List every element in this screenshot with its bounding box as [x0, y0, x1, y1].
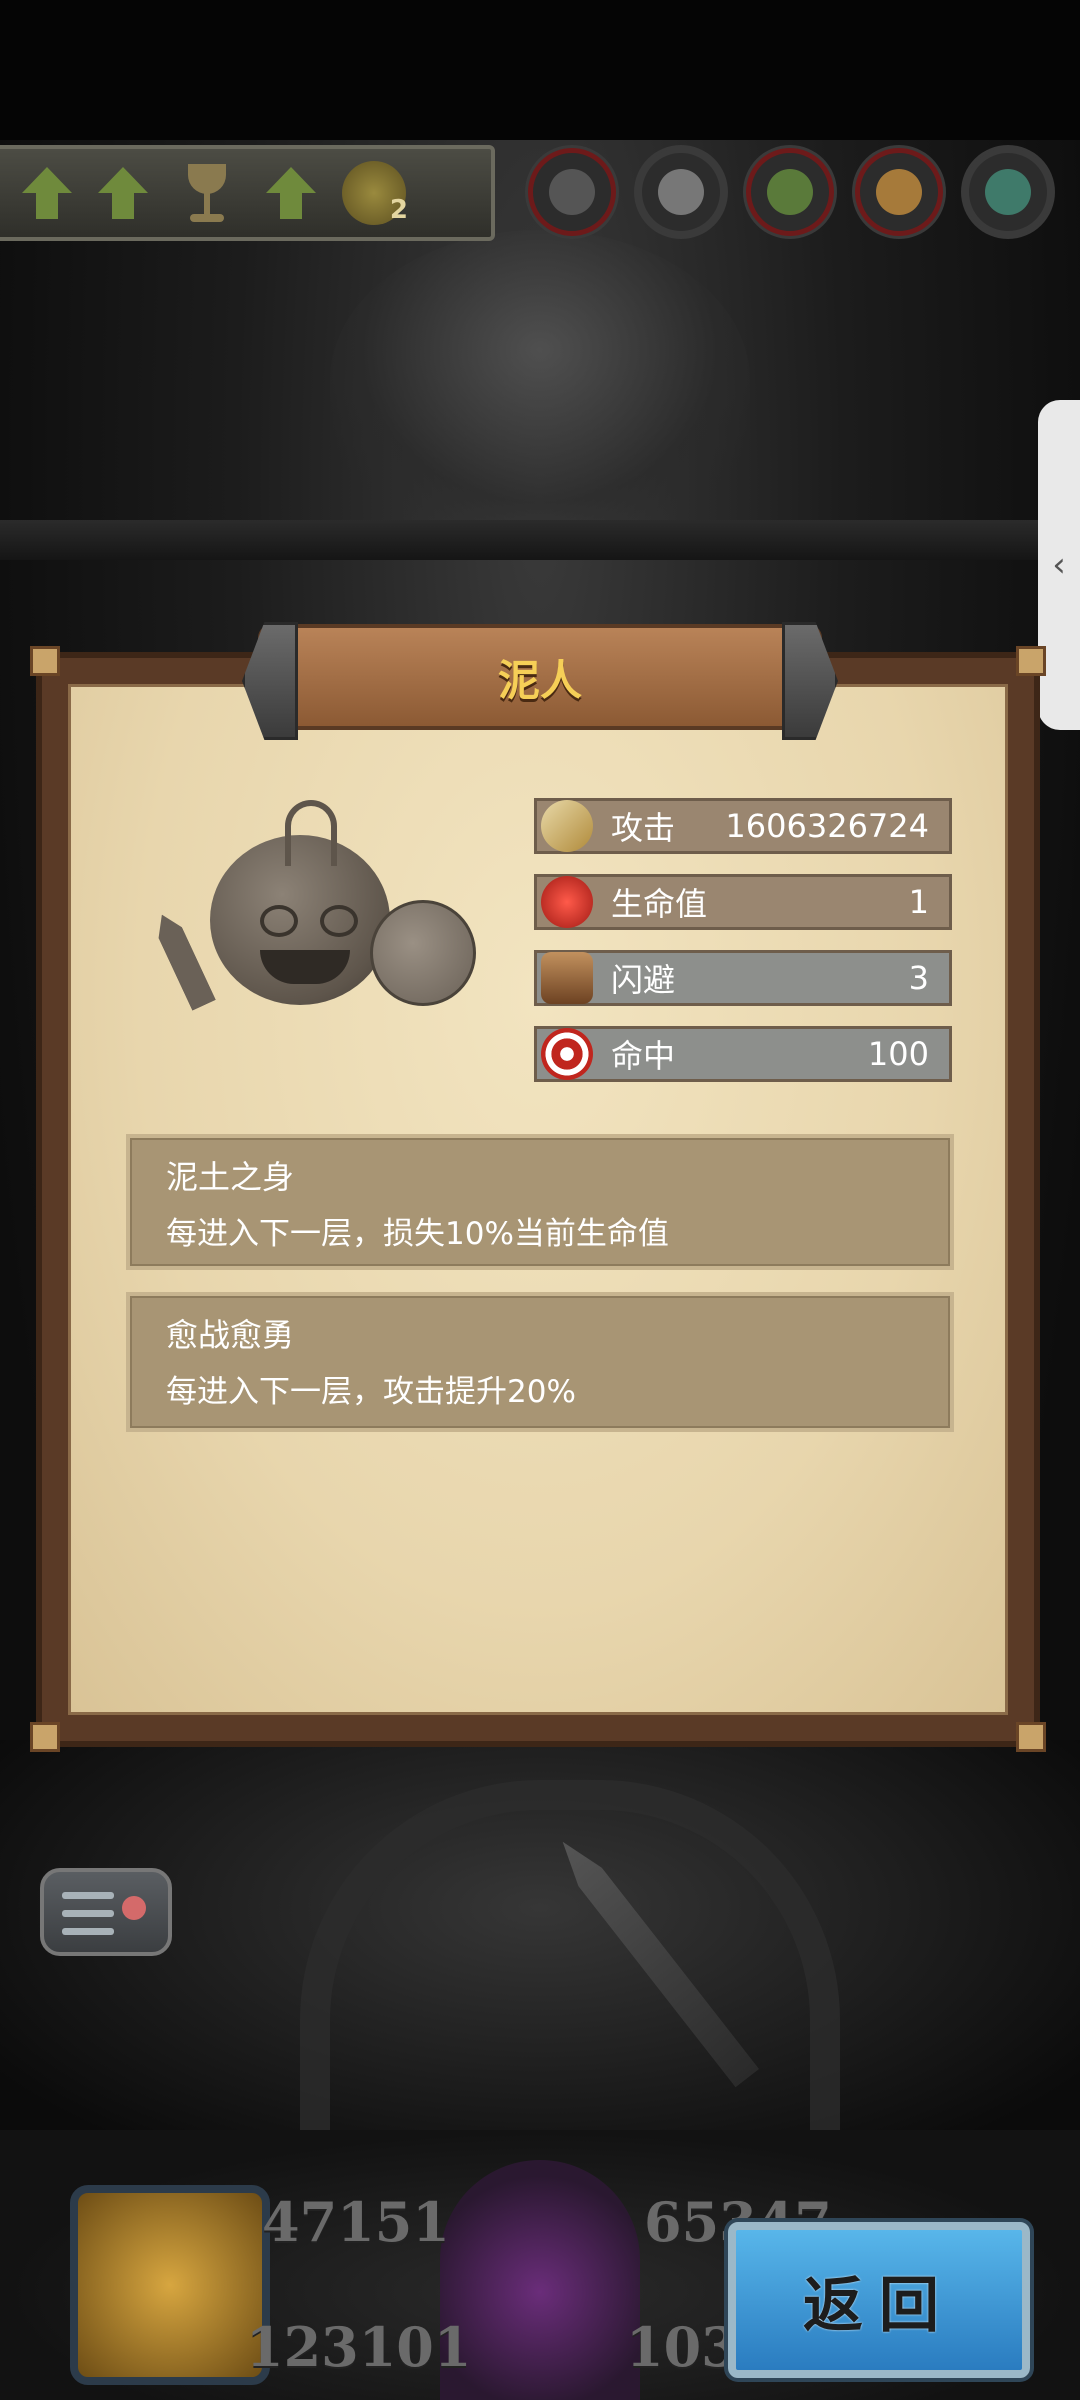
hud-stat-left-top: 47151: [262, 2190, 450, 2254]
stat-label: 命中: [611, 1037, 676, 1075]
stat-value: 100: [867, 1035, 929, 1073]
stat-value: 1: [908, 883, 929, 921]
monster-sword: [150, 909, 216, 1011]
portrait-knight[interactable]: [637, 148, 725, 236]
monster-sprout: [285, 800, 337, 866]
portrait-orc[interactable]: [964, 148, 1052, 236]
skill-name: 愈战愈勇: [166, 1316, 295, 1354]
skill-name: 泥土之身: [166, 1158, 295, 1196]
sword-icon: [541, 800, 593, 852]
panel-corner: [30, 646, 60, 676]
chalice-icon: [174, 158, 240, 228]
panel-corner: [1016, 646, 1046, 676]
stat-label: 攻击: [611, 809, 676, 847]
buff-bar[interactable]: 2: [0, 145, 495, 241]
potion-icon: [541, 876, 593, 928]
menu-button[interactable]: [40, 1868, 172, 1956]
wreath-badge-icon: 2: [342, 161, 408, 225]
stat-value: 1606326724: [725, 807, 929, 845]
notification-dot-icon: [122, 1896, 146, 1920]
party-portraits: [528, 148, 1052, 236]
stat-row-hp: 生命值 1: [534, 874, 952, 930]
stat-row-dodge: 闪避 3: [534, 950, 952, 1006]
skill-desc: 每进入下一层，损失10%当前生命值: [166, 1216, 669, 1252]
arrow-up-icon: [98, 167, 148, 219]
monster-eye: [260, 905, 298, 937]
stat-row-hit: 命中 100: [534, 1026, 952, 1082]
menu-line: [62, 1892, 114, 1899]
monster-name: 泥人: [497, 655, 582, 705]
portrait-warrior[interactable]: [855, 148, 943, 236]
side-panel-handle[interactable]: ‹: [1038, 400, 1080, 730]
hud-stat-left-bottom: 123101: [246, 2315, 472, 2379]
chevron-left-icon: ‹: [1052, 545, 1066, 585]
stat-label: 生命值: [611, 885, 708, 923]
stat-label: 闪避: [611, 961, 676, 999]
background-machine: [330, 230, 750, 530]
return-button[interactable]: 返回: [728, 2222, 1030, 2378]
panel-corner: [30, 1722, 60, 1752]
hero-portrait[interactable]: [70, 2185, 270, 2385]
stat-row-attack: 攻击 1606326724: [534, 798, 952, 854]
monster-eye: [320, 905, 358, 937]
title-plank: 泥人: [258, 624, 822, 730]
monster-shield: [370, 900, 476, 1006]
skill-desc: 每进入下一层，攻击提升20%: [166, 1374, 576, 1410]
monster-sprite: [160, 790, 480, 1020]
menu-line: [62, 1928, 114, 1935]
badge-count: 2: [389, 195, 408, 225]
menu-line: [62, 1910, 114, 1917]
stat-value: 3: [908, 959, 929, 997]
background-shelf: [0, 520, 1080, 560]
hud-stat-right-bottom: 103: [626, 2315, 739, 2379]
boot-icon: [541, 952, 593, 1004]
arrow-up-icon: [22, 167, 72, 219]
portrait-goblin[interactable]: [746, 148, 834, 236]
arrow-up-icon: [266, 167, 316, 219]
portrait-armor[interactable]: [528, 148, 616, 236]
panel-corner: [1016, 1722, 1046, 1752]
target-icon: [541, 1028, 593, 1080]
skill-box: 泥土之身 每进入下一层，损失10%当前生命值: [126, 1134, 954, 1270]
skill-box: 愈战愈勇 每进入下一层，攻击提升20%: [126, 1292, 954, 1432]
return-button-label: 返回: [803, 2270, 955, 2341]
